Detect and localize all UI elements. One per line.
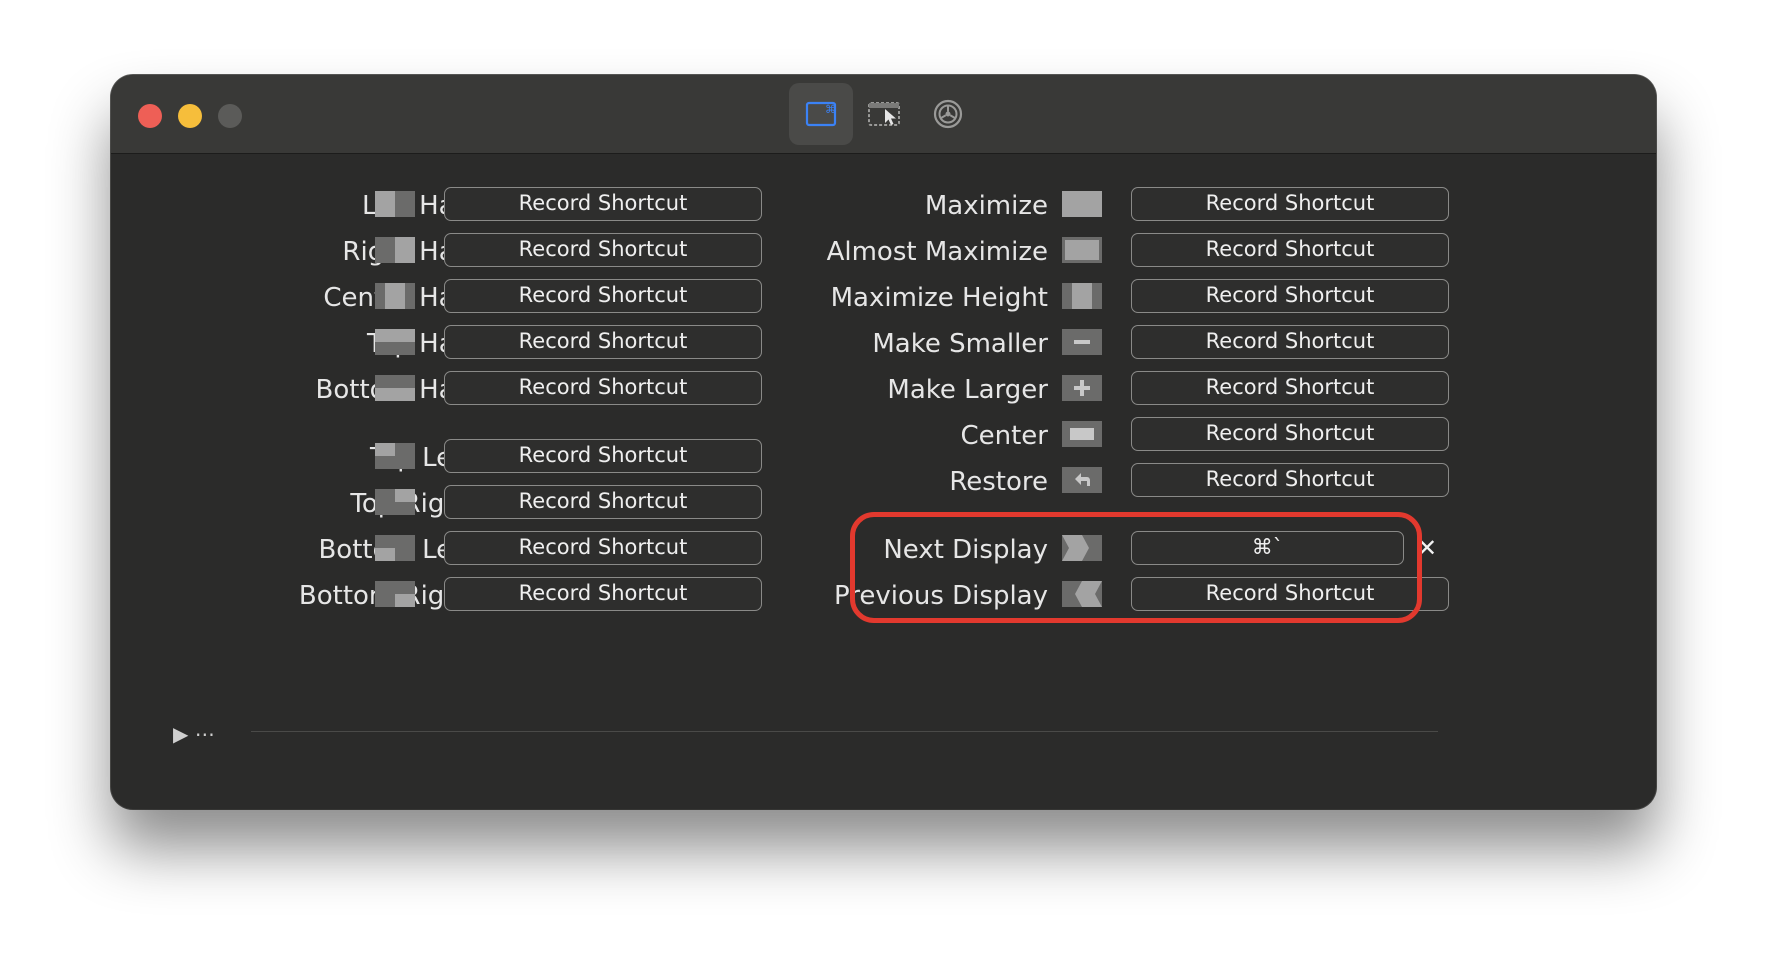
- record-shortcut-make-smaller[interactable]: Record Shortcut: [1131, 325, 1449, 359]
- center-icon: [1062, 421, 1102, 447]
- settings-window: ⌘ Left Half Record Shortcut Right Half: [111, 75, 1656, 809]
- tab-keyboard-shortcuts[interactable]: ⌘: [789, 83, 853, 145]
- record-shortcut-restore[interactable]: Record Shortcut: [1131, 463, 1449, 497]
- minimize-button[interactable]: [178, 104, 202, 128]
- label-top-left: Top Left: [369, 443, 471, 473]
- record-shortcut-make-larger[interactable]: Record Shortcut: [1131, 371, 1449, 405]
- maximize-icon: [1062, 191, 1102, 217]
- annotation-highlight: [850, 512, 1422, 623]
- left-half-icon: [375, 191, 415, 217]
- label-make-larger: Make Larger: [887, 375, 1048, 405]
- top-right-icon: [375, 489, 415, 515]
- make-smaller-icon: [1062, 329, 1102, 355]
- right-half-icon: [375, 237, 415, 263]
- keyboard-shortcuts-icon: ⌘: [805, 101, 837, 127]
- bottom-right-icon: [375, 581, 415, 607]
- maximize-height-icon: [1062, 283, 1102, 309]
- label-center-half: Center Half: [323, 283, 471, 313]
- zoom-button[interactable]: [218, 104, 242, 128]
- label-right-half: Right Half: [141, 237, 471, 267]
- label-maximize: Maximize: [924, 191, 1048, 221]
- label-maximize-height: Maximize Height: [830, 283, 1048, 313]
- tab-snap-areas[interactable]: [853, 83, 917, 145]
- bottom-half-icon: [375, 375, 415, 401]
- label-top-half: Top Half: [367, 329, 471, 359]
- record-shortcut-almost-maximize[interactable]: Record Shortcut: [1131, 233, 1449, 267]
- record-shortcut-maximize-height[interactable]: Record Shortcut: [1131, 279, 1449, 313]
- label-bottom-left: Bottom Left: [318, 535, 471, 565]
- make-larger-icon: [1062, 375, 1102, 401]
- label-restore: Restore: [949, 467, 1048, 497]
- top-left-icon: [375, 443, 415, 469]
- snap-areas-icon: [868, 102, 900, 126]
- label-center: Center: [960, 421, 1048, 451]
- restore-icon: [1062, 467, 1102, 493]
- disclosure-triangle[interactable]: ▶ ⋯: [173, 722, 215, 746]
- label-almost-maximize: Almost Maximize: [826, 237, 1048, 267]
- record-shortcut-maximize[interactable]: Record Shortcut: [1131, 187, 1449, 221]
- gear-icon: [933, 99, 963, 129]
- bottom-left-icon: [375, 535, 415, 561]
- label-make-smaller: Make Smaller: [872, 329, 1048, 359]
- close-button[interactable]: [138, 104, 162, 128]
- svg-text:⌘: ⌘: [825, 103, 836, 116]
- label-top-right: Top Right: [350, 489, 471, 519]
- label-bottom-right: Bottom Right: [298, 581, 471, 611]
- center-half-icon: [375, 283, 415, 309]
- top-half-icon: [375, 329, 415, 355]
- label-left-half: Left Half: [361, 191, 471, 221]
- label-bottom-half: Bottom Half: [315, 375, 472, 405]
- divider: [251, 731, 1438, 732]
- record-shortcut-center[interactable]: Record Shortcut: [1131, 417, 1449, 451]
- title-bar: ⌘: [111, 75, 1656, 154]
- tab-settings[interactable]: [916, 83, 980, 145]
- almost-maximize-icon: [1062, 237, 1102, 263]
